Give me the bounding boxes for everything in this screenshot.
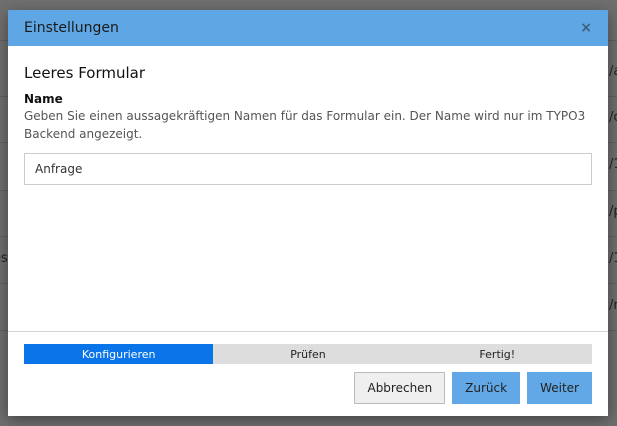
modal-title: Einstellungen bbox=[24, 20, 119, 36]
background-text: /1 bbox=[609, 251, 617, 266]
back-button[interactable]: Zurück bbox=[452, 372, 521, 404]
modal-body: Leeres Formular Name Geben Sie einen aus… bbox=[8, 46, 608, 185]
step-review: Prüfen bbox=[290, 347, 326, 361]
name-input[interactable] bbox=[24, 153, 592, 185]
name-label: Name bbox=[24, 92, 63, 106]
name-help-text: Geben Sie einen aussagekräftigen Namen f… bbox=[24, 109, 586, 141]
modal-header: Einstellungen × bbox=[8, 10, 608, 46]
step-configure: Konfigurieren bbox=[24, 344, 214, 364]
background-text: /p bbox=[609, 204, 617, 219]
background-text: /r bbox=[609, 298, 617, 313]
background-text: es bbox=[0, 251, 8, 266]
background-text: /c bbox=[609, 110, 617, 125]
close-icon[interactable]: × bbox=[580, 20, 592, 36]
form-heading: Leeres Formular bbox=[24, 64, 146, 82]
step-done: Fertig! bbox=[479, 347, 516, 361]
background-text: /1 bbox=[609, 157, 617, 172]
wizard-progress: Konfigurieren Prüfen Fertig! bbox=[24, 344, 592, 364]
modal-footer: Konfigurieren Prüfen Fertig! Abbrechen Z… bbox=[8, 331, 608, 416]
next-button[interactable]: Weiter bbox=[527, 372, 592, 404]
settings-modal: Einstellungen × Leeres Formular Name Geb… bbox=[8, 10, 608, 416]
background-text: /a bbox=[609, 64, 617, 79]
cancel-button[interactable]: Abbrechen bbox=[354, 372, 446, 404]
